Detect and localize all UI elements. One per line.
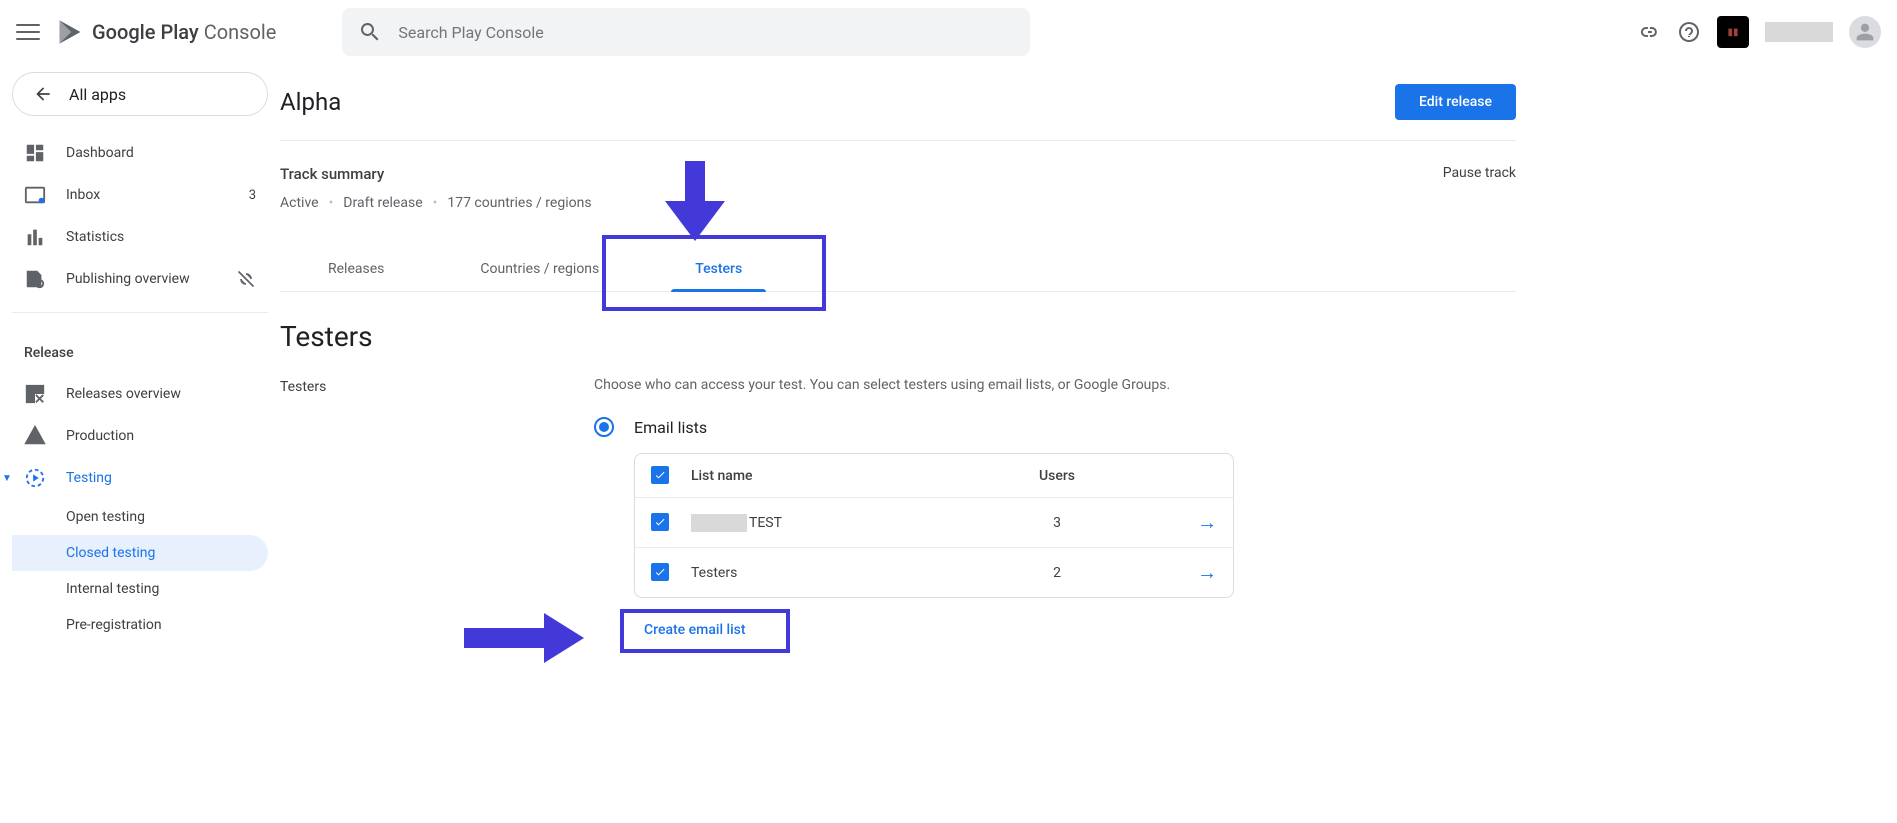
- sidebar-item-pre-registration[interactable]: Pre-registration: [12, 607, 268, 643]
- create-email-list-link[interactable]: Create email list: [634, 616, 756, 644]
- cell-list-name: TEST: [691, 514, 957, 532]
- nav-label: Publishing overview: [66, 271, 190, 287]
- production-icon: [24, 425, 46, 447]
- app-badge-icon[interactable]: ▮▮: [1717, 16, 1749, 48]
- header-actions: ▮▮: [1637, 16, 1881, 48]
- testing-icon: [24, 467, 46, 489]
- section-heading: Testers: [280, 320, 1516, 353]
- nav-label: Production: [66, 428, 134, 444]
- nav-label: Statistics: [66, 229, 124, 245]
- person-icon: [1855, 22, 1875, 42]
- radio-icon: [594, 417, 614, 437]
- nav-label: Pre-registration: [66, 617, 162, 633]
- all-apps-button[interactable]: All apps: [12, 72, 268, 116]
- arrow-right-icon[interactable]: →: [1197, 560, 1217, 584]
- nav-label: Inbox: [66, 187, 100, 203]
- top-bar: Google Play Console ▮▮: [0, 0, 1897, 64]
- checkbox-row[interactable]: [651, 563, 669, 581]
- edit-release-button[interactable]: Edit release: [1395, 84, 1516, 120]
- tab-countries[interactable]: Countries / regions: [432, 247, 647, 291]
- main-content: Alpha Edit release Track summary Active …: [280, 64, 1540, 684]
- play-console-icon: [56, 18, 84, 46]
- sidebar-item-production[interactable]: Production: [12, 415, 268, 457]
- inbox-badge: 3: [249, 188, 256, 203]
- sidebar-item-internal-testing[interactable]: Internal testing: [12, 571, 268, 607]
- search-input[interactable]: [398, 23, 1014, 42]
- col-list-name: List name: [691, 468, 957, 484]
- section-release: Release: [12, 325, 268, 373]
- col-users: Users: [957, 468, 1157, 484]
- sidebar-item-publishing[interactable]: Publishing overview: [12, 258, 268, 300]
- help-icon[interactable]: [1677, 20, 1701, 44]
- arrow-left-icon: [33, 84, 53, 104]
- tabs: Releases Countries / regions Testers: [280, 247, 1516, 292]
- search-icon: [358, 20, 382, 44]
- nav-label: Closed testing: [66, 545, 155, 561]
- cell-users: 3: [957, 515, 1157, 531]
- nav-label: Releases overview: [66, 386, 181, 402]
- nav-label: Dashboard: [66, 145, 134, 161]
- help-text: Choose who can access your test. You can…: [594, 377, 1234, 393]
- track-summary-label: Track summary: [280, 165, 592, 183]
- search-box[interactable]: [342, 8, 1030, 56]
- stats-icon: [24, 226, 46, 248]
- radio-label: Email lists: [634, 418, 707, 437]
- account-name-redacted: [1765, 22, 1833, 42]
- arrow-right-icon[interactable]: →: [1197, 510, 1217, 534]
- check-icon: [654, 516, 666, 528]
- table-row: TEST 3 →: [635, 498, 1233, 548]
- nav-label: Open testing: [66, 509, 145, 525]
- crumb-draft: Draft release: [343, 195, 422, 211]
- sidebar-item-dashboard[interactable]: Dashboard: [12, 132, 268, 174]
- crumb-status: Active: [280, 195, 319, 211]
- sidebar-item-testing[interactable]: ▼ Testing: [12, 457, 268, 499]
- crumb-countries: 177 countries / regions: [447, 195, 591, 211]
- menu-icon[interactable]: [16, 20, 40, 44]
- inbox-icon: [24, 184, 46, 206]
- nav-label: Testing: [66, 470, 112, 486]
- redacted-text: [691, 514, 747, 532]
- sidebar-item-open-testing[interactable]: Open testing: [12, 499, 268, 535]
- track-breadcrumb: Active • Draft release • 177 countries /…: [280, 195, 592, 211]
- link-icon[interactable]: [1637, 20, 1661, 44]
- unmanaged-icon: [236, 269, 256, 289]
- radio-email-lists[interactable]: Email lists: [594, 417, 1234, 437]
- sidebar-item-inbox[interactable]: Inbox 3: [12, 174, 268, 216]
- sidebar: All apps Dashboard Inbox 3 Statistics Pu…: [0, 64, 280, 684]
- avatar[interactable]: [1849, 16, 1881, 48]
- table-row: Testers 2 →: [635, 548, 1233, 597]
- checkbox-all[interactable]: [651, 466, 669, 484]
- sidebar-item-releases-overview[interactable]: Releases overview: [12, 373, 268, 415]
- logo-text: Google Play Console: [92, 20, 276, 44]
- page-title: Alpha: [280, 88, 341, 116]
- table-header: List name Users: [635, 454, 1233, 498]
- overview-icon: [24, 383, 46, 405]
- email-lists-table: List name Users TEST 3 → Testers 2: [634, 453, 1234, 598]
- check-icon: [654, 566, 666, 578]
- check-icon: [654, 469, 666, 481]
- pause-track-link[interactable]: Pause track: [1443, 165, 1516, 181]
- checkbox-row[interactable]: [651, 513, 669, 531]
- tab-releases[interactable]: Releases: [280, 247, 432, 291]
- logo[interactable]: Google Play Console: [56, 18, 276, 46]
- form-label-testers: Testers: [280, 377, 570, 644]
- dashboard-icon: [24, 142, 46, 164]
- tab-testers[interactable]: Testers: [647, 247, 790, 291]
- sidebar-item-statistics[interactable]: Statistics: [12, 216, 268, 258]
- chevron-down-icon: ▼: [2, 473, 12, 484]
- cell-list-name: Testers: [691, 565, 957, 581]
- sidebar-item-closed-testing[interactable]: Closed testing: [12, 535, 268, 571]
- nav-label: Internal testing: [66, 581, 159, 597]
- cell-users: 2: [957, 565, 1157, 581]
- all-apps-label: All apps: [69, 85, 126, 104]
- publishing-icon: [24, 268, 46, 290]
